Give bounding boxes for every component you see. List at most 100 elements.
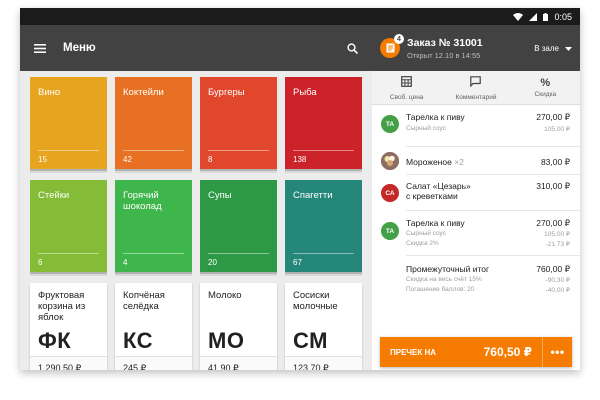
category-count: 4 (123, 258, 128, 267)
item-modifier: Сырный соус (406, 125, 446, 132)
item-modifier-price: 105,00 ₽ (544, 126, 570, 133)
receipt-icon[interactable]: 4 (380, 34, 404, 58)
category-count: 15 (38, 155, 47, 164)
divider (293, 253, 354, 254)
category-tile-spaghetti[interactable]: Спагетти 67 (285, 180, 362, 272)
more-options-button[interactable]: ••• (542, 337, 572, 367)
hamburger-menu-icon[interactable] (30, 38, 50, 58)
page-title: Меню (63, 42, 96, 54)
action-label: Скидка (534, 90, 557, 98)
category-tile-fish[interactable]: Рыба 138 (285, 77, 362, 169)
category-count: 138 (293, 155, 307, 164)
dropdown-arrow-icon (565, 44, 572, 53)
order-opened: Открыт 12.10 в 14:55 (407, 50, 481, 60)
product-abbreviation: КС (123, 328, 154, 353)
category-count: 8 (208, 155, 213, 164)
product-tile[interactable]: Сосиски молочные СМ 123,70 ₽ (285, 283, 362, 370)
action-label: Комментарий (455, 94, 497, 101)
product-name: Сосиски молочные (293, 290, 338, 312)
item-price: 270,00 ₽ (536, 218, 570, 228)
item-price: 310,00 ₽ (536, 181, 570, 191)
calculator-icon (401, 74, 413, 92)
bill-discount-value: -90,30 ₽ (545, 277, 570, 284)
discount-button[interactable]: % Скидка (511, 71, 580, 104)
order-title: Заказ № 31001 (407, 36, 483, 49)
product-name: Фруктовая корзина из яблок (38, 290, 86, 323)
item-quantity: ×2 (454, 157, 464, 167)
category-name: Бургеры (208, 87, 245, 98)
product-name: Молоко (208, 290, 242, 301)
menu-panel: Меню Вино 15 Коктейли 42 Бургеры 8 Рыба … (20, 25, 372, 370)
subtotal-value: 760,00 ₽ (536, 264, 570, 274)
category-count: 6 (38, 258, 43, 267)
category-tile-hot-chocolate[interactable]: Горячий шоколад 4 (115, 180, 192, 272)
percent-icon: % (540, 76, 551, 89)
order-header: 4 Заказ № 31001 Открыт 12.10 в 14:55 В з… (372, 25, 580, 71)
checkout-bar: ПРЕЧЕК НА 760,50 ₽ ••• (380, 337, 572, 367)
divider (208, 253, 269, 254)
location-dropdown[interactable]: В зале (534, 44, 572, 53)
search-icon[interactable] (342, 38, 362, 58)
product-price: 123,70 ₽ (285, 356, 362, 370)
order-item[interactable]: ТА Тарелка к пиву 270,00 ₽ Сырный соус 1… (372, 105, 580, 147)
status-bar: 0:05 (20, 8, 580, 25)
item-price: 270,00 ₽ (536, 112, 570, 122)
order-item[interactable]: СА Салат «Цезарь» с креветками 310,00 ₽ (372, 175, 580, 211)
category-tile-wine[interactable]: Вино 15 (30, 77, 107, 169)
product-abbreviation: ФК (38, 328, 72, 353)
product-price: 41,90 ₽ (200, 356, 277, 370)
points-value: -40,00 ₽ (545, 287, 570, 294)
order-item[interactable]: Мороженое ×2 83,00 ₽ (372, 147, 580, 175)
item-name: Тарелка к пиву (406, 218, 465, 228)
divider (38, 253, 99, 254)
order-item[interactable]: ТА Тарелка к пиву 270,00 ₽ Сырный соус 1… (372, 211, 580, 256)
category-tile-cocktails[interactable]: Коктейли 42 (115, 77, 192, 169)
bill-discount-label: Скидка на весь счёт 15% (406, 276, 482, 283)
product-name: Копчёная селёдка (123, 290, 165, 312)
subtotal-label: Промежуточный итог (406, 264, 490, 274)
category-tile-steaks[interactable]: Стейки 6 (30, 180, 107, 272)
category-name: Супы (208, 190, 232, 201)
divider (123, 150, 184, 151)
location-label: В зале (534, 43, 559, 53)
divider (208, 150, 269, 151)
tablet-screen: 0:05 Меню Вино 15 Коктейли 42 Бургеры 8 … (20, 8, 580, 370)
product-tile[interactable]: Молоко МО 41,90 ₽ (200, 283, 277, 370)
category-name: Спагетти (293, 190, 333, 201)
status-time: 0:05 (554, 11, 572, 22)
item-avatar: ТА (381, 222, 399, 240)
points-label: Погашение баллов: 20 (406, 286, 475, 293)
product-tile[interactable]: Копчёная селёдка КС 245 ₽ (115, 283, 192, 370)
item-name-line1: Салат «Цезарь» (406, 181, 471, 191)
menu-app-bar: Меню (20, 25, 372, 71)
item-discount-value: -21,73 ₽ (545, 241, 570, 248)
item-price: 83,00 ₽ (540, 157, 570, 167)
item-name-line2: с креветками (406, 191, 458, 201)
product-price: 1 290,50 ₽ (30, 356, 107, 370)
precheck-label: ПРЕЧЕК НА (390, 347, 437, 357)
category-name: Коктейли (123, 87, 164, 98)
order-actions: Своб. цена Комментарий % Скидка (372, 71, 580, 105)
divider (123, 253, 184, 254)
order-badge: 4 (394, 34, 404, 44)
item-name-text: Мороженое (406, 157, 452, 167)
product-tile[interactable]: Фруктовая корзина из яблок ФК 1 290,50 ₽ (30, 283, 107, 370)
order-panel: 4 Заказ № 31001 Открыт 12.10 в 14:55 В з… (372, 25, 580, 370)
battery-icon (543, 12, 549, 21)
product-price: 245 ₽ (115, 356, 192, 370)
category-tile-soups[interactable]: Супы 20 (200, 180, 277, 272)
comment-button[interactable]: Комментарий (441, 71, 510, 104)
product-abbreviation: МО (208, 328, 245, 353)
order-info: Заказ № 31001 Открыт 12.10 в 14:55 (407, 37, 534, 60)
item-discount: Скидка 2% (406, 240, 439, 247)
free-price-button[interactable]: Своб. цена (372, 71, 441, 104)
item-modifier: Сырный соус (406, 230, 446, 237)
category-name: Вино (38, 87, 61, 98)
subtotal-block: Промежуточный итог 760,00 ₽ Скидка на ве… (372, 256, 580, 296)
category-count: 42 (123, 155, 132, 164)
category-name: Стейки (38, 190, 70, 201)
precheck-button[interactable]: ПРЕЧЕК НА 760,50 ₽ (380, 337, 542, 367)
category-tile-burgers[interactable]: Бургеры 8 (200, 77, 277, 169)
signal-icon (529, 12, 538, 21)
category-count: 67 (293, 258, 302, 267)
